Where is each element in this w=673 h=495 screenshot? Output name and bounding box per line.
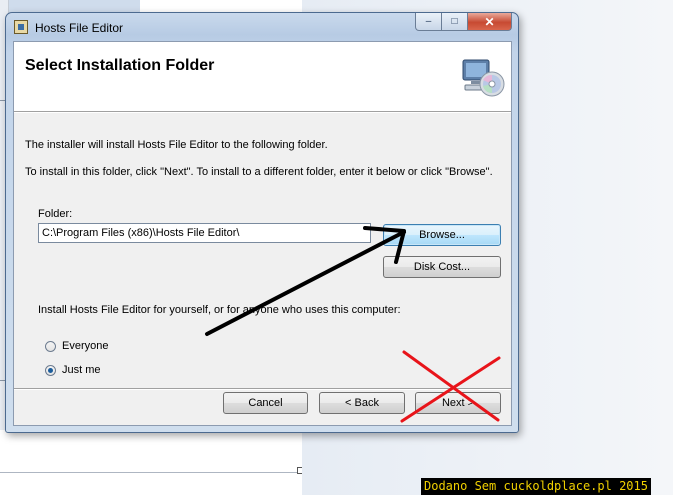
radio-button[interactable] (45, 364, 56, 376)
next-button[interactable]: Next > (415, 392, 501, 414)
install-for-label: Install Hosts File Editor for yourself, … (38, 304, 401, 316)
banner-separator (14, 112, 511, 113)
footer-separator-highlight (14, 389, 511, 390)
installer-window: Hosts File Editor – □ ✕ Select Installat… (5, 12, 519, 433)
radio-button[interactable] (45, 340, 56, 352)
instruction-text: To install in this folder, click "Next".… (25, 166, 493, 178)
app-icon (14, 20, 28, 34)
radio-label: Everyone (62, 340, 109, 352)
title-bar[interactable]: Hosts File Editor – □ ✕ (6, 13, 518, 41)
header-banner: Select Installation Folder (14, 42, 511, 112)
window-title: Hosts File Editor (35, 21, 124, 35)
computer-cd-icon (462, 59, 505, 97)
disk-cost-button[interactable]: Disk Cost... (383, 256, 501, 278)
radio-just-me[interactable]: Just me (45, 364, 101, 376)
radio-everyone[interactable]: Everyone (45, 340, 108, 352)
minimize-button[interactable]: – (415, 13, 442, 31)
caption-buttons: – □ ✕ (415, 13, 512, 33)
maximize-button[interactable]: □ (442, 13, 468, 31)
radio-label: Just me (62, 364, 101, 376)
close-button[interactable]: ✕ (468, 13, 512, 31)
page-title: Select Installation Folder (25, 57, 215, 74)
watermark: Dodano Sem cuckoldplace.pl 2015 (421, 478, 651, 495)
dialog-client-area: Select Installation Folder The installer… (13, 41, 512, 426)
browse-button[interactable]: Browse... (383, 224, 501, 246)
folder-label: Folder: (38, 208, 73, 220)
intro-text: The installer will install Hosts File Ed… (25, 139, 328, 151)
back-button[interactable]: < Back (319, 392, 405, 414)
cancel-button[interactable]: Cancel (223, 392, 308, 414)
folder-input[interactable] (38, 223, 371, 243)
